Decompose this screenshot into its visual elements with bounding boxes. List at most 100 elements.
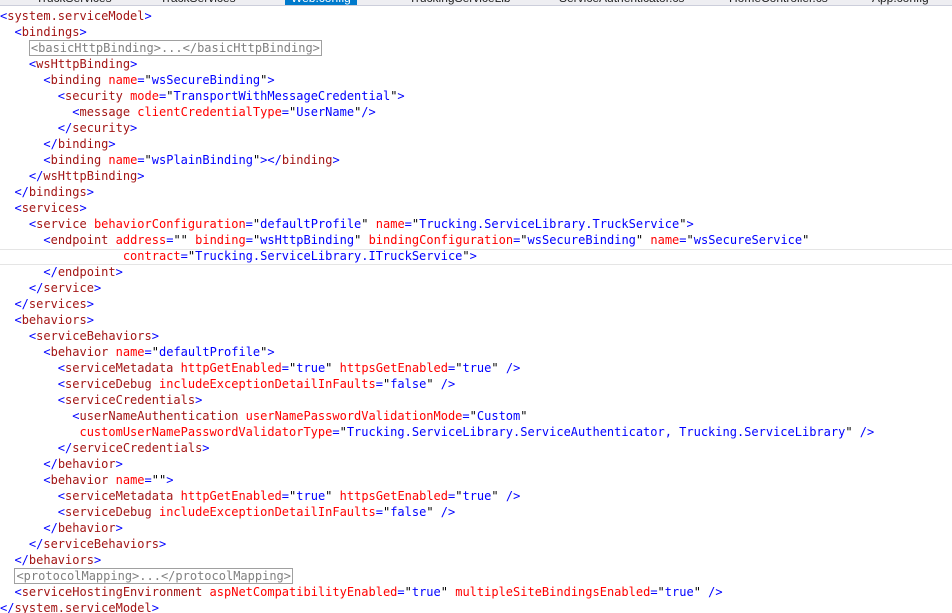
code-line[interactable]: </binding> <box>0 136 115 152</box>
code-line[interactable]: <serviceMetadata httpGetEnabled="true" h… <box>0 360 521 376</box>
code-line[interactable]: <serviceDebug includeExceptionDetailInFa… <box>0 376 455 392</box>
xml-attribute-value: Custom <box>476 409 521 423</box>
xml-quote: " <box>144 73 152 87</box>
code-line[interactable]: <behaviors> <box>0 312 94 328</box>
code-line[interactable]: </system.serviceModel> <box>0 600 159 613</box>
xml-equals: = <box>281 361 290 375</box>
xml-delimiter: > <box>397 89 405 103</box>
xml-tag-name: endpoint <box>50 233 109 247</box>
xml-delimiter: </ <box>57 441 73 455</box>
xml-attribute-name: behaviorConfiguration <box>93 217 246 231</box>
xml-delimiter: > <box>202 441 210 455</box>
code-line[interactable]: </services> <box>0 296 93 312</box>
code-line[interactable]: <behavior name="defaultProfile"> <box>0 344 275 360</box>
xml-delimiter: > <box>195 393 203 407</box>
code-line[interactable]: contract="Trucking.ServiceLibrary.ITruck… <box>0 248 477 264</box>
code-line[interactable]: <service behaviorConfiguration="defaultP… <box>0 216 694 232</box>
code-line[interactable]: <serviceBehaviors> <box>0 328 159 344</box>
code-line[interactable]: <protocolMapping>...</protocolMapping> <box>0 568 293 584</box>
xml-attribute-value: true <box>664 585 694 599</box>
tab-truckingservicelib[interactable]: TruckingServiceLib <box>403 0 517 5</box>
code-line[interactable]: </wsHttpBinding> <box>0 168 145 184</box>
code-line[interactable]: </serviceCredentials> <box>0 440 210 456</box>
tab-homecontroller-cs[interactable]: HomeController.cs <box>723 0 834 5</box>
code-line[interactable]: <serviceHostingEnvironment aspNetCompati… <box>0 584 722 600</box>
code-line[interactable]: <security mode="TransportWithMessageCred… <box>0 88 405 104</box>
xml-quote: " <box>491 361 499 375</box>
xml-attribute-name: name <box>108 73 138 87</box>
xml-delimiter: </ <box>14 185 29 199</box>
code-line[interactable]: </security> <box>0 120 137 136</box>
code-line[interactable]: <services> <box>0 200 86 216</box>
tab-truckservices[interactable]: TruckServices <box>30 0 118 5</box>
xml-delimiter: > <box>158 537 167 551</box>
collapsed-region[interactable]: <basicHttpBinding>...</basicHttpBinding> <box>28 40 322 56</box>
code-line[interactable]: </behavior> <box>0 456 122 472</box>
xml-tag-name: binding <box>50 153 102 167</box>
code-line[interactable]: </behaviors> <box>0 552 101 568</box>
xml-attribute-value: true <box>411 585 441 599</box>
tab-serviceauthenticator-cs[interactable]: ServiceAuthenticator.cs <box>553 0 690 5</box>
tab-web-config[interactable]: Web.config <box>285 0 357 5</box>
code-line[interactable]: </bindings> <box>0 184 93 200</box>
xml-quote: "" <box>173 233 188 247</box>
code-line[interactable]: </service> <box>0 280 101 296</box>
code-line[interactable]: customUserNamePasswordValidatorType="Tru… <box>0 424 874 440</box>
xml-code-editor[interactable]: <system.serviceModel> <bindings> <basicH… <box>0 8 952 613</box>
xml-tag-name: system.serviceModel <box>7 9 145 23</box>
xml-equals: = <box>245 217 253 231</box>
xml-attribute-value: true <box>296 361 326 375</box>
code-line[interactable]: <message clientCredentialType="UserName"… <box>0 104 376 120</box>
xml-delimiter: </ <box>14 553 29 567</box>
xml-delimiter: < <box>43 473 51 487</box>
code-line[interactable]: </behavior> <box>0 520 122 536</box>
code-line[interactable]: <wsHttpBinding> <box>0 56 137 72</box>
code-line[interactable]: <endpoint address="" binding="wsHttpBind… <box>0 232 809 248</box>
xml-delimiter: </ <box>57 121 73 135</box>
code-line[interactable]: </endpoint> <box>0 264 122 280</box>
xml-attribute-value: Trucking.ServiceLibrary.TruckService <box>419 217 680 231</box>
code-line[interactable]: <serviceMetadata httpGetEnabled="true" h… <box>0 488 521 504</box>
collapsed-region[interactable]: <protocolMapping>...</protocolMapping> <box>14 568 293 584</box>
xml-delimiter: > <box>267 345 275 359</box>
xml-quote: " <box>144 153 152 167</box>
code-line[interactable]: </serviceBehaviors> <box>0 536 166 552</box>
xml-tag-name: message <box>79 105 131 119</box>
xml-tag-name: serviceHostingEnvironment <box>21 585 203 599</box>
xml-equals: = <box>144 345 152 359</box>
xml-delimiter: < <box>57 489 66 503</box>
xml-delimiter: </ <box>43 457 58 471</box>
code-line[interactable]: <serviceDebug includeExceptionDetailInFa… <box>0 504 455 520</box>
xml-tag-name: binding <box>57 137 109 151</box>
xml-tag-name: behaviors <box>21 313 87 327</box>
code-line[interactable]: <serviceCredentials> <box>0 392 203 408</box>
xml-delimiter: < <box>14 585 22 599</box>
xml-equals: = <box>462 409 470 423</box>
code-line[interactable]: <system.serviceModel> <box>0 8 152 24</box>
code-line[interactable]: <userNameAuthentication userNamePassword… <box>0 408 527 424</box>
code-line[interactable]: <binding name="wsPlainBinding"></binding… <box>0 152 339 168</box>
xml-delimiter: > <box>130 57 138 71</box>
xml-attribute-name: clientCredentialType <box>137 105 282 119</box>
code-line[interactable]: <binding name="wsSecureBinding"> <box>0 72 274 88</box>
xml-delimiter: > <box>93 553 102 567</box>
xml-equals: = <box>679 233 687 247</box>
tab-app-config[interactable]: App.config <box>866 0 935 5</box>
tab-trackservices[interactable]: TrackServices <box>154 0 242 5</box>
xml-equals: = <box>375 377 383 391</box>
code-line[interactable]: <basicHttpBinding>...</basicHttpBinding> <box>0 40 322 56</box>
xml-delimiter: < <box>57 361 66 375</box>
code-line[interactable]: <behavior name=""> <box>0 472 173 488</box>
code-line[interactable]: <bindings> <box>0 24 86 40</box>
